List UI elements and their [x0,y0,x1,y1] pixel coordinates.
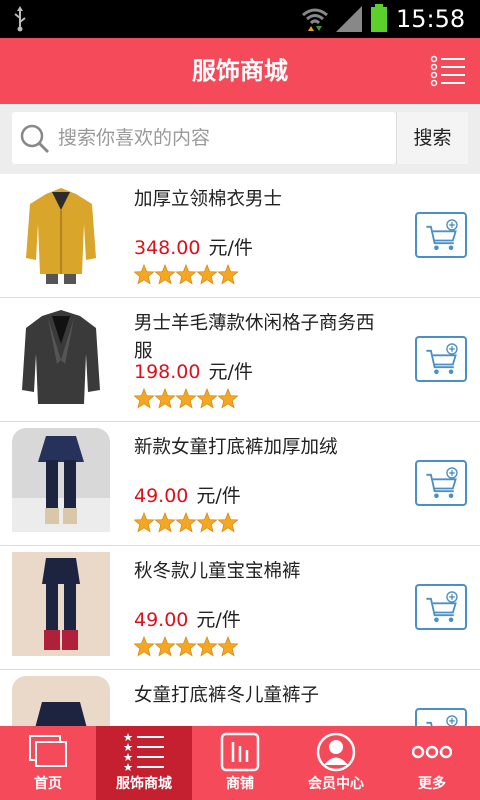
product-item[interactable]: 男士羊毛薄款休闲格子商务西服 198.00 元/件 [0,298,480,422]
nav-member[interactable]: 会员中心 [288,726,384,800]
nav-mall-label: 服饰商城 [116,776,172,792]
star-rating [134,512,239,533]
product-unit: 元/件 [196,609,241,631]
search-bar: 搜索你喜欢的内容 搜索 [0,104,480,174]
add-to-cart-button[interactable] [415,708,467,726]
star-rating [134,636,239,657]
status-time: 15:58 [396,5,466,33]
more-icon [412,745,452,759]
usb-icon [14,6,26,32]
home-icon [29,735,67,767]
page-title: 服饰商城 [192,57,288,85]
product-item[interactable]: 女童打底裤冬儿童裤子 [0,670,480,726]
bottom-nav: 首页 服饰商城 商铺 会员中心 更多 [0,726,480,800]
product-image [12,676,110,726]
member-icon [316,732,356,772]
nav-shop[interactable]: 商铺 [192,726,288,800]
add-to-cart-button[interactable] [415,336,467,382]
star-rating [134,264,239,285]
battery-icon [371,4,387,32]
search-input[interactable]: 搜索你喜欢的内容 [12,112,396,164]
product-item[interactable]: 秋冬款儿童宝宝棉裤 49.00 元/件 [0,546,480,670]
product-name: 秋冬款儿童宝宝棉裤 [134,561,301,582]
add-to-cart-button[interactable] [415,584,467,630]
signal-icon [336,6,362,32]
nav-more-label: 更多 [418,776,446,792]
status-bar: 15:58 [0,0,480,38]
nav-home[interactable]: 首页 [0,726,96,800]
product-image [12,428,110,532]
product-image [12,180,110,284]
product-item[interactable]: 加厚立领棉衣男士 348.00 元/件 [0,174,480,298]
nav-home-label: 首页 [34,776,62,792]
product-name: 女童打底裤冬儿童裤子 [134,685,320,706]
search-icon [20,124,50,154]
add-to-cart-button[interactable] [415,460,467,506]
product-item[interactable]: 新款女童打底裤加厚加绒 49.00 元/件 [0,422,480,546]
menu-list-icon[interactable] [430,54,466,88]
nav-shop-label: 商铺 [226,776,254,792]
nav-member-label: 会员中心 [308,776,364,792]
title-bar: 服饰商城 [0,38,480,104]
product-price: 49.00 [134,609,189,631]
shop-icon [220,732,260,772]
wifi-icon [302,8,328,31]
product-unit: 元/件 [208,361,253,383]
product-unit: 元/件 [208,237,253,259]
add-to-cart-button[interactable] [415,212,467,258]
product-image [12,304,110,408]
product-price: 198.00 [134,361,201,383]
star-rating [134,388,239,409]
nav-more[interactable]: 更多 [384,726,480,800]
product-name: 加厚立领棉衣男士 [134,189,283,210]
nav-mall[interactable]: 服饰商城 [96,726,192,800]
search-placeholder: 搜索你喜欢的内容 [58,127,211,149]
list-icon [124,733,164,771]
product-unit: 元/件 [196,485,241,507]
product-price: 49.00 [134,485,189,507]
product-image [12,552,110,656]
search-button[interactable]: 搜索 [396,112,468,164]
product-list: 加厚立领棉衣男士 348.00 元/件 男士羊毛薄款休闲格子商务西服 198.0… [0,174,480,726]
product-price: 348.00 [134,237,201,259]
product-name: 新款女童打底裤加厚加绒 [134,437,338,458]
